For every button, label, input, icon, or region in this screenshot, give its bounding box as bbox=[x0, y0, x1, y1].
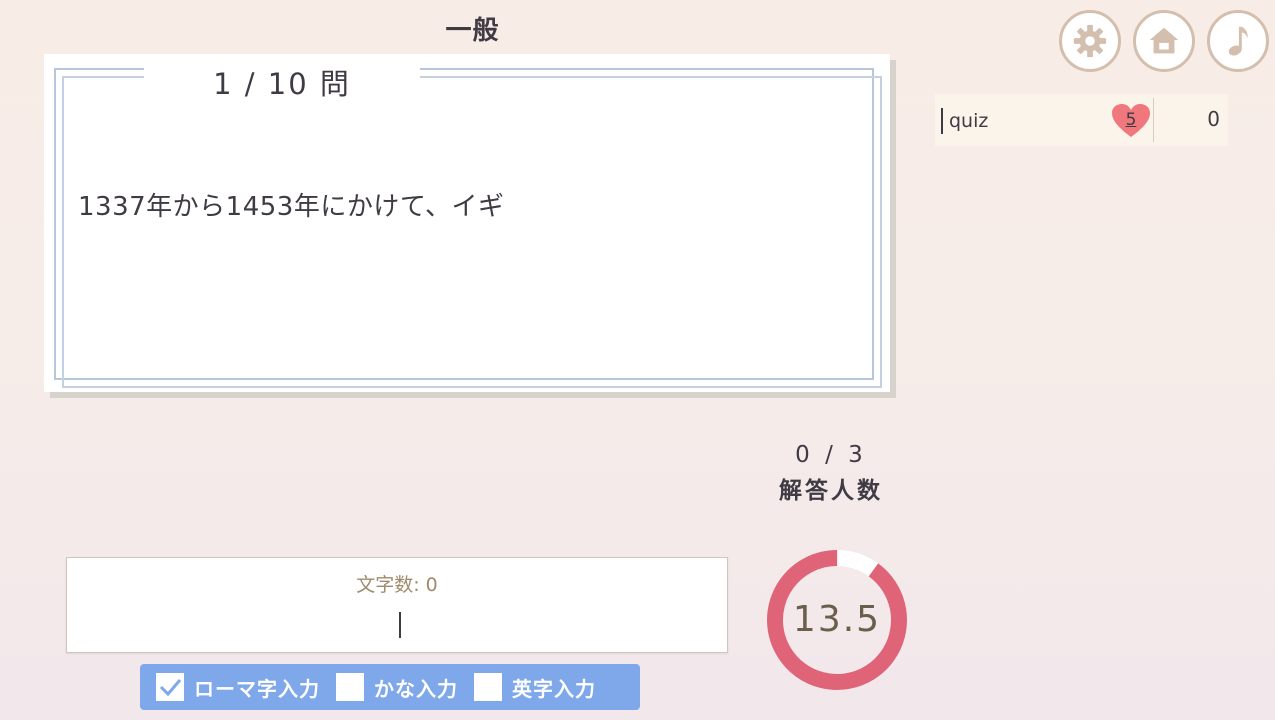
answer-count: 0 / 3 bbox=[795, 442, 867, 468]
check-icon bbox=[159, 679, 182, 697]
row-divider bbox=[1153, 98, 1154, 142]
mode-english-label: 英字入力 bbox=[512, 676, 596, 701]
english-checkbox[interactable] bbox=[474, 673, 502, 701]
category-title: 一般 bbox=[445, 16, 500, 46]
kana-checkbox[interactable] bbox=[336, 673, 364, 701]
mode-kana-label: かな入力 bbox=[374, 676, 458, 701]
answer-label: 解答人数 bbox=[779, 478, 883, 504]
player-row: quiz 5 0 bbox=[935, 94, 1228, 146]
question-counter: 1 / 10 問 bbox=[144, 64, 420, 104]
home-icon bbox=[1149, 27, 1179, 54]
player-name: quiz bbox=[941, 108, 988, 134]
answer-stats: 0 / 3 解答人数 bbox=[760, 440, 902, 508]
player-score: 0 bbox=[1207, 107, 1220, 131]
top-toolbar bbox=[1059, 10, 1269, 72]
card-frame-inner bbox=[62, 76, 882, 388]
home-button[interactable] bbox=[1133, 10, 1195, 72]
romaji-checkbox[interactable] bbox=[156, 673, 184, 701]
gear-icon bbox=[1073, 24, 1107, 58]
mode-romaji-label: ローマ字入力 bbox=[194, 676, 320, 701]
sound-button[interactable] bbox=[1207, 10, 1269, 72]
lives-badge: 5 bbox=[1111, 103, 1151, 139]
mode-romaji[interactable]: ローマ字入力 bbox=[156, 673, 320, 702]
input-mode-bar: ローマ字入力 かな入力 英字入力 bbox=[140, 664, 640, 710]
mode-kana[interactable]: かな入力 bbox=[336, 673, 458, 702]
settings-button[interactable] bbox=[1059, 10, 1121, 72]
question-card: 1 / 10 問 1337年から1453年にかけて、イギ bbox=[44, 54, 890, 392]
text-caret bbox=[399, 612, 401, 638]
music-note-icon bbox=[1228, 26, 1248, 56]
mode-english[interactable]: 英字入力 bbox=[474, 673, 596, 702]
timer-value: 13.5 bbox=[792, 599, 882, 640]
question-text: 1337年から1453年にかけて、イギ bbox=[78, 192, 505, 222]
lives-count: 5 bbox=[1125, 110, 1137, 130]
countdown-timer: 13.5 bbox=[765, 548, 909, 692]
answer-input[interactable]: 文字数: 0 bbox=[66, 557, 728, 653]
char-count: 文字数: 0 bbox=[356, 574, 438, 596]
